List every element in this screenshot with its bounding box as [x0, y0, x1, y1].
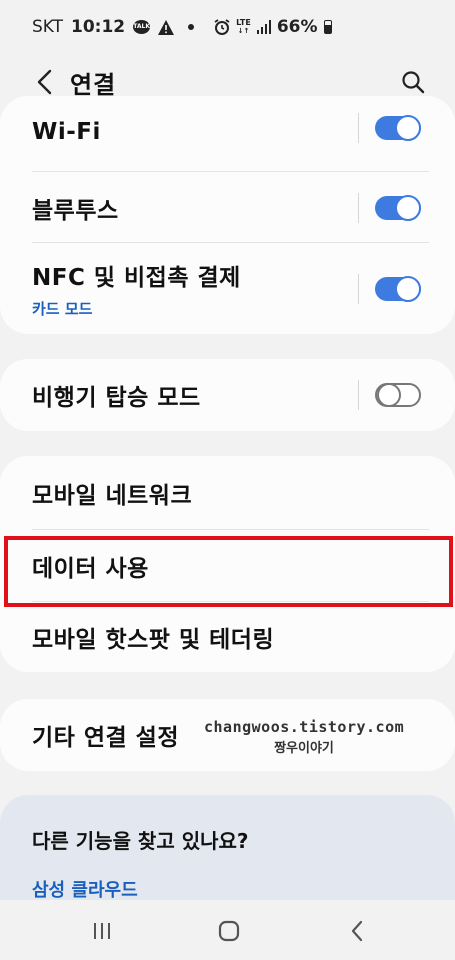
highlight-box	[4, 536, 453, 607]
suggestions-title: 다른 기능을 찾고 있나요?	[32, 829, 249, 853]
nav-back-button[interactable]	[342, 918, 372, 944]
home-button[interactable]	[214, 918, 244, 944]
back-icon	[351, 920, 363, 942]
toggle-divider	[358, 113, 359, 143]
bluetooth-label: 블루투스	[32, 197, 119, 224]
home-icon	[218, 920, 240, 942]
airplane-mode-toggle[interactable]	[375, 383, 421, 407]
mobile-network-label: 모바일 네트워크	[32, 483, 193, 509]
wifi-label: Wi-Fi	[32, 119, 101, 145]
toggle-divider	[358, 273, 359, 304]
clock: 10:12	[71, 17, 126, 37]
airplane-mode-label: 비행기 탑승 모드	[32, 385, 201, 411]
airplane-mode-row[interactable]: 비행기 탑승 모드	[0, 359, 455, 431]
signal-icon	[256, 20, 271, 34]
wifi-row[interactable]: Wi-Fi	[0, 96, 455, 172]
nfc-toggle[interactable]	[375, 275, 421, 302]
watermark: changwoos.tistory.com 짱우이야기	[204, 718, 404, 756]
talk-icon: TALK	[133, 20, 151, 34]
back-button[interactable]	[30, 66, 58, 98]
nfc-row[interactable]: NFC 및 비접촉 결제 카드 모드	[0, 243, 455, 334]
status-bar: SKT 10:12 TALK LTE ↓↑ 66%	[0, 0, 455, 54]
nfc-label: NFC 및 비접촉 결제	[32, 265, 241, 291]
battery-icon	[323, 20, 332, 34]
toggle-divider	[358, 380, 359, 410]
status-right: LTE ↓↑ 66%	[214, 17, 332, 37]
lte-icon: LTE ↓↑	[236, 18, 251, 36]
nfc-sublabel: 카드 모드	[32, 300, 93, 318]
mobile-network-row[interactable]: 모바일 네트워크	[0, 456, 455, 530]
toggle-knob	[395, 115, 421, 141]
airplane-card: 비행기 탑승 모드	[0, 359, 455, 431]
search-button[interactable]	[397, 66, 429, 98]
recent-apps-button[interactable]	[87, 918, 117, 944]
navigation-bar	[0, 900, 455, 960]
hotspot-label: 모바일 핫스팟 및 테더링	[32, 627, 275, 653]
toggle-knob	[395, 275, 421, 302]
bluetooth-toggle[interactable]	[375, 194, 421, 221]
bluetooth-row[interactable]: 블루투스	[0, 172, 455, 243]
lte-arrows: ↓↑	[237, 27, 250, 35]
watermark-url: changwoos.tistory.com	[204, 718, 405, 736]
connections-card: Wi-Fi 블루투스 NFC 및 비접촉 결제 카드 모드	[0, 96, 455, 334]
chevron-left-icon	[37, 69, 52, 95]
hotspot-row[interactable]: 모바일 핫스팟 및 테더링	[0, 602, 455, 672]
toggle-knob	[395, 194, 421, 221]
page-title: 연결	[70, 70, 117, 99]
nfc-text: NFC 및 비접촉 결제 카드 모드	[32, 258, 241, 319]
carrier-label: SKT	[32, 17, 64, 37]
status-left: SKT 10:12 TALK	[32, 17, 200, 37]
search-icon	[402, 71, 425, 94]
toggle-knob	[377, 383, 401, 407]
samsung-cloud-link[interactable]: 삼성 클라우드	[32, 876, 138, 902]
toggle-divider	[358, 192, 359, 223]
more-connection-settings-label: 기타 연결 설정	[32, 725, 179, 751]
dot-icon	[188, 24, 195, 30]
recent-apps-icon	[94, 923, 110, 939]
wifi-toggle[interactable]	[375, 115, 421, 141]
alarm-icon	[214, 19, 230, 35]
battery-percent: 66%	[276, 17, 318, 37]
warning-icon	[158, 19, 175, 35]
lte-label: LTE	[236, 18, 251, 27]
watermark-name: 짱우이야기	[274, 741, 334, 756]
